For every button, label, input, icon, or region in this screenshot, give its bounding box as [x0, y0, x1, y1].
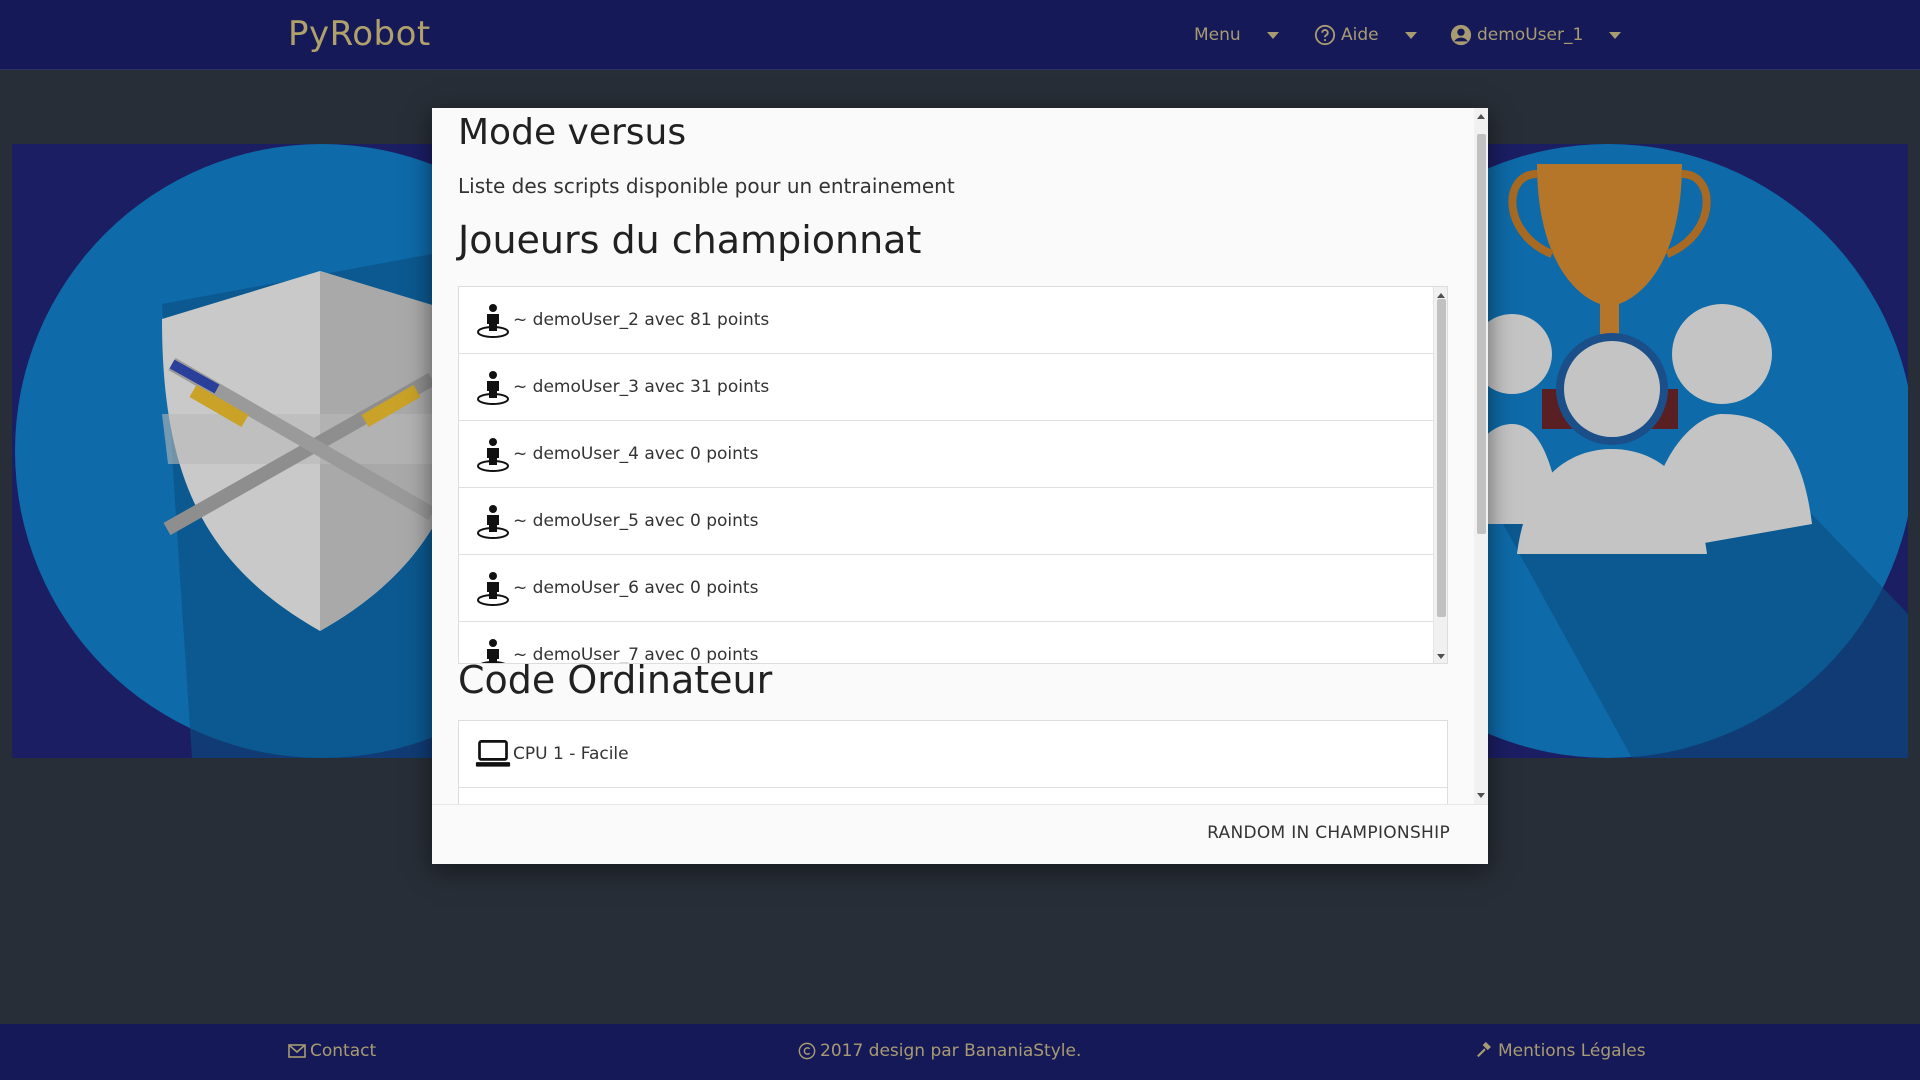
footer-legal-link[interactable]: Mentions Légales [1476, 1041, 1646, 1061]
footer-contact-link[interactable]: Contact [288, 1041, 376, 1061]
mail-icon [288, 1044, 306, 1058]
player-label: ~ demoUser_4 avec 0 points [513, 444, 759, 464]
gavel-icon [1477, 1042, 1491, 1058]
help-icon [1314, 24, 1336, 46]
modal-title: Mode versus [458, 112, 687, 153]
player-list-item[interactable]: ~ demoUser_4 avec 0 points [459, 421, 1447, 488]
laptop-icon [475, 740, 511, 767]
cpu-label: CPU 1 - Facile [513, 744, 629, 764]
players-list-items: ~ demoUser_2 avec 81 points ~ demoUser_3 … [459, 287, 1447, 663]
scroll-up-icon[interactable] [1437, 293, 1445, 298]
scrollbar-thumb[interactable] [1477, 134, 1486, 534]
nav-user-dropdown[interactable]: demoUser_1 [1450, 22, 1622, 48]
nav-help-dropdown[interactable]: Aide [1314, 22, 1417, 48]
player-list-item[interactable]: ~ demoUser_2 avec 81 points [459, 287, 1447, 354]
players-section-title: Joueurs du championnat [458, 218, 922, 262]
players-list-scrollbar[interactable] [1433, 287, 1447, 663]
nav-user-label: demoUser_1 [1477, 25, 1584, 45]
scroll-down-icon[interactable] [1477, 793, 1485, 798]
player-label: ~ demoUser_6 avec 0 points [513, 578, 759, 598]
versus-modal: Mode versus Liste des scripts disponible… [432, 108, 1488, 864]
player-list-item[interactable]: ~ demoUser_6 avec 0 points [459, 555, 1447, 622]
scroll-up-icon[interactable] [1477, 114, 1485, 119]
modal-footer: RANDOM IN CHAMPIONSHIP [432, 804, 1488, 864]
brand-logo[interactable]: PyRobot [288, 14, 431, 54]
player-list-item[interactable]: ~ demoUser_3 avec 31 points [459, 354, 1447, 421]
modal-scrollbar[interactable] [1474, 108, 1488, 804]
page-footer: Contact 2017 design par BananiaStyle. Me… [0, 1024, 1920, 1080]
random-championship-button[interactable]: RANDOM IN CHAMPIONSHIP [1207, 823, 1450, 843]
people-icon [1672, 304, 1772, 404]
player-label: ~ demoUser_2 avec 81 points [513, 310, 770, 330]
cpu-section-title: Code Ordinateur [458, 658, 773, 702]
player-icon [477, 438, 509, 472]
cpu-list[interactable]: CPU 1 - Facile [458, 720, 1448, 804]
players-list[interactable]: ~ demoUser_2 avec 81 points ~ demoUser_3 … [458, 286, 1448, 664]
account-circle-icon [1450, 24, 1472, 46]
chevron-down-icon [1609, 31, 1622, 39]
player-icon [477, 572, 509, 606]
top-navbar: PyRobot Menu Aide demoUser_1 [0, 0, 1920, 70]
chevron-down-icon [1404, 31, 1417, 39]
player-icon [477, 371, 509, 405]
footer-legal-label: Mentions Légales [1498, 1041, 1646, 1061]
nav-help-label: Aide [1341, 25, 1379, 45]
cpu-list-item[interactable]: CPU 1 - Facile [459, 721, 1447, 788]
modal-body: Mode versus Liste des scripts disponible… [432, 108, 1488, 804]
scroll-down-icon[interactable] [1437, 654, 1445, 659]
modal-subtitle: Liste des scripts disponible pour un ent… [458, 174, 955, 198]
chevron-down-icon [1266, 31, 1279, 39]
footer-copyright-text: 2017 design par BananiaStyle. [820, 1041, 1082, 1061]
footer-contact-label: Contact [310, 1041, 377, 1061]
footer-copyright: 2017 design par BananiaStyle. [798, 1041, 1081, 1061]
copyright-icon [798, 1042, 816, 1060]
cpu-list-items: CPU 1 - Facile [459, 721, 1447, 788]
player-icon [477, 505, 509, 539]
scrollbar-thumb[interactable] [1437, 299, 1446, 617]
nav-menu-dropdown[interactable]: Menu [1194, 22, 1279, 48]
nav-menu-label: Menu [1194, 25, 1241, 45]
player-icon [477, 304, 509, 338]
player-label: ~ demoUser_3 avec 31 points [513, 377, 770, 397]
player-label: ~ demoUser_5 avec 0 points [513, 511, 759, 531]
player-list-item[interactable]: ~ demoUser_5 avec 0 points [459, 488, 1447, 555]
